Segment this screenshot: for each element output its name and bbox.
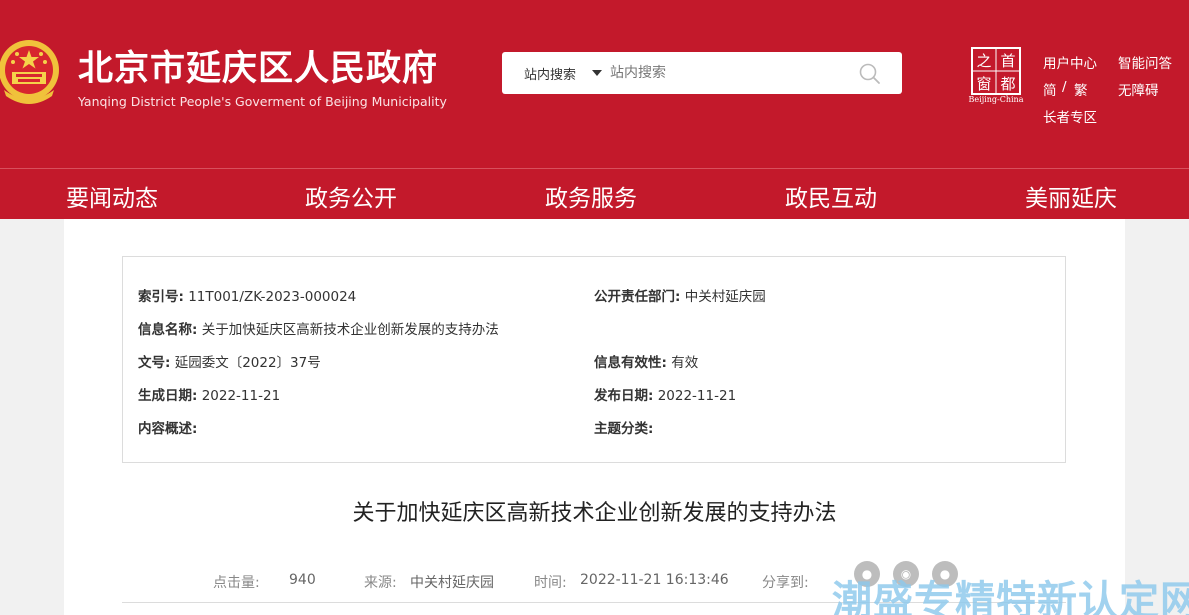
nav-item-interaction[interactable]: 政民互动 [785, 179, 877, 213]
watermark-text: 潮盛专精特新认定网 [832, 578, 1189, 615]
site-subtitle: Yanqing District People's Goverment of B… [78, 94, 447, 109]
share-label: 分享到: [762, 575, 809, 591]
simplified-chinese-link[interactable]: 简 [1043, 79, 1057, 99]
meta-value: 2022-11-21 [657, 388, 737, 404]
user-center-link[interactable]: 用户中心 [1043, 52, 1097, 72]
clicks-label: 点击量: [213, 575, 260, 591]
meta-label: 发布日期: [594, 388, 654, 404]
meta-value: 延园委文〔2022〕37号 [174, 355, 321, 371]
source-label: 来源: [364, 575, 397, 591]
meta-value: 2022-11-21 [201, 388, 281, 404]
search-input[interactable] [610, 61, 850, 85]
time-label: 时间: [534, 575, 567, 591]
nav-item-gov-affairs[interactable]: 政务公开 [305, 179, 397, 213]
meta-info-name: 信息名称: 关于加快延庆区高新技术企业创新发展的支持办法 [138, 318, 499, 338]
accessibility-link[interactable]: 无障碍 [1118, 79, 1159, 99]
meta-label: 公开责任部门: [594, 289, 681, 305]
meta-doc-no: 文号: 延园委文〔2022〕37号 [138, 351, 321, 371]
meta-validity: 信息有效性: 有效 [594, 351, 698, 371]
chevron-down-icon[interactable] [592, 70, 602, 76]
elderly-zone-link[interactable]: 长者专区 [1043, 106, 1097, 126]
source-value: 中关村延庆园 [410, 575, 494, 591]
search-icon[interactable] [858, 62, 882, 86]
clicks-count: 940 [289, 572, 316, 588]
traditional-chinese-link[interactable]: 繁 [1074, 79, 1088, 99]
nav-item-services[interactable]: 政务服务 [545, 179, 637, 213]
meta-topic: 主题分类: [594, 417, 653, 437]
site-title[interactable]: 北京市延庆区人民政府 [78, 40, 438, 91]
nav-item-beautiful-yanqing[interactable]: 美丽延庆 [1025, 179, 1117, 213]
meta-value: 中关村延庆园 [684, 289, 766, 305]
meta-label: 主题分类: [594, 421, 654, 437]
meta-label: 生成日期: [138, 388, 198, 404]
search-scope-dropdown[interactable]: 站内搜索 [524, 64, 576, 83]
nav-item-news[interactable]: 要闻动态 [66, 179, 158, 213]
meta-label: 内容概述: [138, 421, 198, 437]
meta-label: 信息名称: [138, 322, 198, 338]
meta-created-date: 生成日期: 2022-11-21 [138, 384, 280, 404]
capital-logo-glyph: 之 [976, 52, 991, 70]
national-emblem-icon [0, 40, 59, 104]
meta-value: 有效 [671, 355, 699, 371]
capital-logo-glyph: 都 [1000, 75, 1015, 93]
search-bar: 站内搜索 [502, 52, 902, 94]
meta-value: 关于加快延庆区高新技术企业创新发展的支持办法 [201, 322, 499, 338]
capital-logo-glyph: 首 [1000, 52, 1015, 70]
article-title: 关于加快延庆区高新技术企业创新发展的支持办法 [352, 501, 837, 526]
meta-department: 公开责任部门: 中关村延庆园 [594, 285, 766, 305]
meta-summary: 内容概述: [138, 417, 197, 437]
meta-label: 文号: [138, 355, 171, 371]
main-nav: 要闻动态 政务公开 政务服务 政民互动 美丽延庆 [0, 168, 1189, 219]
meta-value: 11T001/ZK-2023-000024 [188, 289, 357, 305]
capital-logo-glyph: 窗 [976, 75, 991, 93]
capital-logo-caption: Beijing-China [968, 95, 1024, 104]
meta-published-date: 发布日期: 2022-11-21 [594, 384, 736, 404]
time-value: 2022-11-21 16:13:46 [580, 572, 729, 588]
meta-label: 信息有效性: [594, 355, 667, 371]
meta-label: 索引号: [138, 289, 184, 305]
meta-index-no: 索引号: 11T001/ZK-2023-000024 [138, 285, 356, 305]
language-separator: / [1062, 79, 1067, 95]
smart-qa-link[interactable]: 智能问答 [1118, 52, 1172, 72]
